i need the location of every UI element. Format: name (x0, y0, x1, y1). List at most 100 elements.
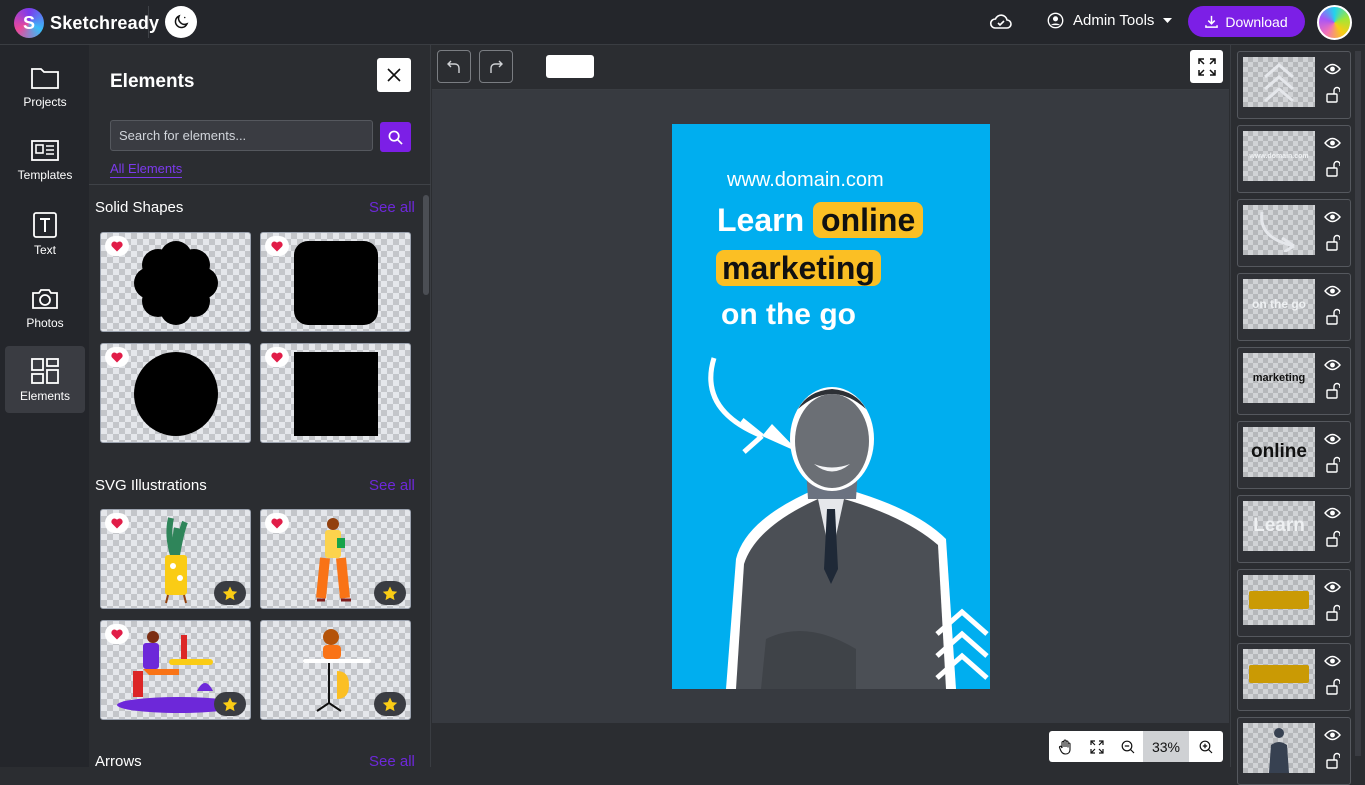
unlock-icon[interactable] (1326, 234, 1341, 256)
unlock-icon[interactable] (1326, 752, 1341, 774)
panel-scrollbar[interactable] (423, 195, 429, 295)
design-poster[interactable]: www.domain.com Learn online marketing on… (672, 124, 990, 689)
zoom-controls: 33% (1049, 731, 1223, 762)
user-circle-icon (1047, 12, 1064, 29)
layer-item[interactable]: www.domain.com (1237, 125, 1351, 193)
pan-tool-button[interactable] (1049, 731, 1081, 762)
poster-word-online[interactable]: online (813, 202, 924, 238)
premium-star-icon (374, 581, 406, 605)
layer-item[interactable]: on the go (1237, 273, 1351, 341)
see-all-solid-shapes[interactable]: See all (369, 199, 415, 216)
visibility-eye-icon[interactable] (1324, 580, 1341, 598)
nav-text[interactable]: Text (5, 200, 85, 267)
admin-tools-label: Admin Tools (1073, 12, 1155, 29)
unlock-icon[interactable] (1326, 678, 1341, 700)
hand-icon (1058, 738, 1071, 755)
zoom-bar: 33% (432, 723, 1229, 767)
favorite-heart-icon[interactable] (105, 347, 129, 367)
folder-icon (31, 67, 59, 89)
nav-templates[interactable]: Templates (5, 126, 85, 193)
layers-scrollbar[interactable] (1355, 51, 1361, 756)
illustration-tile-woman-standing[interactable] (260, 509, 411, 609)
illustration-tile-plant[interactable] (100, 509, 251, 609)
tab-all-elements[interactable]: All Elements (110, 161, 183, 178)
elements-panel: Elements All Elements Solid Shapes See a… (89, 45, 431, 770)
favorite-heart-icon[interactable] (265, 347, 289, 367)
close-icon (387, 68, 401, 82)
dark-mode-toggle[interactable] (165, 6, 197, 38)
illustration-tile-cafe-woman[interactable] (260, 620, 411, 720)
zoom-out-button[interactable] (1112, 731, 1143, 762)
fit-to-screen-button[interactable] (1081, 731, 1112, 762)
layer-item[interactable]: marketing (1237, 347, 1351, 415)
layer-thumbnail (1243, 649, 1315, 699)
layer-item[interactable]: online (1237, 421, 1351, 489)
zoom-percentage[interactable]: 33% (1143, 731, 1189, 762)
see-all-arrows[interactable]: See all (369, 753, 415, 770)
visibility-eye-icon[interactable] (1324, 432, 1341, 450)
layer-item[interactable] (1237, 643, 1351, 711)
layer-item[interactable] (1237, 569, 1351, 637)
fit-screen-icon (1089, 739, 1104, 754)
favorite-heart-icon[interactable] (265, 236, 289, 256)
poster-line-on-the-go[interactable]: on the go (721, 298, 856, 332)
layer-item[interactable] (1237, 51, 1351, 119)
unlock-icon[interactable] (1326, 456, 1341, 478)
illustration-tile-desk-worker[interactable] (100, 620, 251, 720)
rounded-square-shape (294, 241, 378, 325)
unlock-icon[interactable] (1326, 604, 1341, 626)
background-color-swatch[interactable] (546, 55, 594, 78)
unlock-icon[interactable] (1326, 160, 1341, 182)
unlock-icon[interactable] (1326, 308, 1341, 330)
elements-icon (31, 357, 59, 384)
fullscreen-button[interactable] (1190, 50, 1223, 83)
visibility-eye-icon[interactable] (1324, 728, 1341, 746)
layer-item[interactable] (1237, 199, 1351, 267)
shape-tile-rounded-square[interactable] (260, 232, 411, 332)
layer-item[interactable]: Learn (1237, 495, 1351, 563)
canvas-area[interactable]: www.domain.com Learn online marketing on… (432, 90, 1229, 723)
businessman-photo[interactable] (706, 359, 956, 689)
poster-word-marketing[interactable]: marketing (716, 250, 881, 286)
layer-item[interactable] (1237, 717, 1351, 785)
see-all-svg-illustrations[interactable]: See all (369, 477, 415, 494)
moon-icon (174, 14, 189, 29)
unlock-icon[interactable] (1326, 382, 1341, 404)
unlock-icon[interactable] (1326, 530, 1341, 552)
layer-thumbnail (1243, 575, 1315, 625)
circle-shape (134, 352, 218, 436)
nav-projects[interactable]: Projects (5, 53, 85, 120)
poster-line-learn-online[interactable]: Learn online (717, 202, 924, 239)
shape-tile-square[interactable] (260, 343, 411, 443)
user-avatar[interactable] (1317, 5, 1352, 40)
cloud-saved-icon[interactable] (989, 12, 1013, 32)
premium-star-icon (214, 692, 246, 716)
visibility-eye-icon[interactable] (1324, 654, 1341, 672)
chevrons-graphic[interactable] (932, 604, 990, 689)
visibility-eye-icon[interactable] (1324, 136, 1341, 154)
visibility-eye-icon[interactable] (1324, 284, 1341, 302)
admin-tools-menu[interactable]: Admin Tools (1047, 12, 1173, 29)
section-title-solid-shapes: Solid Shapes (95, 199, 184, 216)
download-button[interactable]: Download (1188, 6, 1305, 37)
visibility-eye-icon[interactable] (1324, 506, 1341, 524)
zoom-in-button[interactable] (1189, 731, 1223, 762)
nav-elements[interactable]: Elements (5, 346, 85, 413)
poster-line-marketing[interactable]: marketing (716, 250, 881, 287)
visibility-eye-icon[interactable] (1324, 62, 1341, 80)
close-panel-button[interactable] (377, 58, 411, 92)
undo-button[interactable] (437, 50, 471, 83)
visibility-eye-icon[interactable] (1324, 358, 1341, 376)
search-button[interactable] (380, 122, 411, 152)
visibility-eye-icon[interactable] (1324, 210, 1341, 228)
poster-word-learn[interactable]: Learn (717, 202, 804, 238)
poster-domain-text[interactable]: www.domain.com (727, 169, 884, 192)
nav-photos[interactable]: Photos (5, 274, 85, 341)
shape-tile-flower[interactable] (100, 232, 251, 332)
unlock-icon[interactable] (1326, 86, 1341, 108)
search-elements-input[interactable] (110, 120, 373, 151)
redo-button[interactable] (479, 50, 513, 83)
app-logo[interactable]: S Sketchready (14, 8, 159, 38)
shape-tile-circle[interactable] (100, 343, 251, 443)
download-icon (1205, 15, 1219, 28)
